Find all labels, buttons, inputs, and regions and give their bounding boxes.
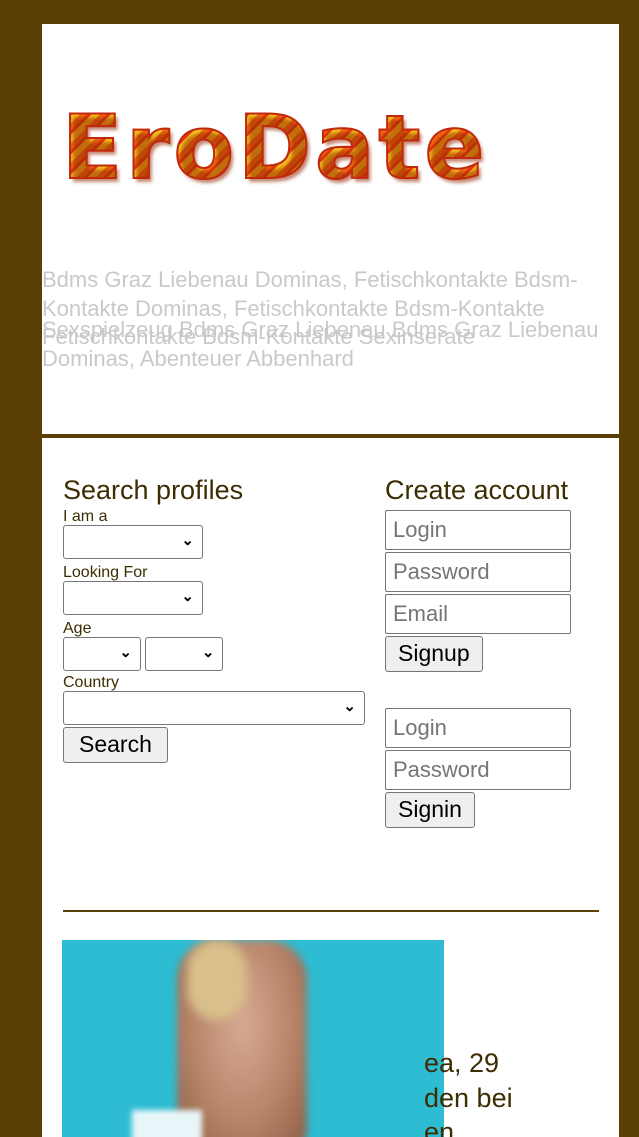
profile-summary[interactable]: ea, 29 den bei en	[424, 1046, 513, 1137]
chevron-down-icon: ⌄	[201, 644, 215, 662]
country-select[interactable]: ⌄	[63, 691, 365, 726]
search-form: Search profiles I am a ⌄ Looking For ⌄ A…	[63, 474, 365, 764]
signin-login-field[interactable]	[385, 707, 571, 748]
header-tagline-2: Sexspielzeug Bdms Graz Liebenau Bdms Gra…	[42, 317, 599, 371]
chevron-down-icon: ⌄	[181, 532, 194, 550]
signin-password-field[interactable]	[385, 749, 571, 790]
photo-hair	[187, 940, 247, 1020]
signup-form: Create account Signup Signin	[385, 474, 585, 828]
signup-login-field[interactable]	[385, 509, 571, 550]
chevron-down-icon: ⌄	[119, 644, 132, 662]
looking-for-label: Looking For	[63, 564, 148, 582]
signup-button[interactable]: Signup	[385, 635, 483, 672]
looking-for-select[interactable]: ⌄	[63, 581, 203, 616]
chevron-down-icon: ⌄	[343, 698, 356, 716]
signup-email-field[interactable]	[385, 593, 571, 634]
profile-line-2: den bei	[424, 1082, 513, 1113]
site-logo[interactable]: EroDate	[61, 103, 488, 193]
profile-line-1: ea, 29	[424, 1048, 500, 1078]
search-button[interactable]: Search	[63, 727, 168, 764]
search-title: Search profiles	[63, 475, 244, 505]
signin-button[interactable]: Signin	[385, 791, 475, 828]
i-am-select[interactable]: ⌄	[63, 525, 203, 560]
photo-tag	[132, 1110, 202, 1137]
page-container: EroDate Bdms Graz Liebenau Dominas, Feti…	[42, 24, 619, 1137]
header-divider	[42, 434, 619, 438]
age-from-select[interactable]: ⌄	[63, 637, 141, 672]
i-am-label: I am a	[63, 508, 108, 526]
profile-photo[interactable]	[62, 940, 444, 1137]
age-to-select[interactable]: ⌄	[145, 637, 224, 672]
chevron-down-icon: ⌄	[181, 588, 194, 606]
section-divider	[63, 910, 599, 912]
signup-password-field[interactable]	[385, 551, 571, 592]
country-label: Country	[63, 674, 120, 692]
profile-line-3: en	[424, 1117, 455, 1137]
signup-title: Create account	[385, 475, 569, 505]
age-label: Age	[63, 620, 92, 638]
